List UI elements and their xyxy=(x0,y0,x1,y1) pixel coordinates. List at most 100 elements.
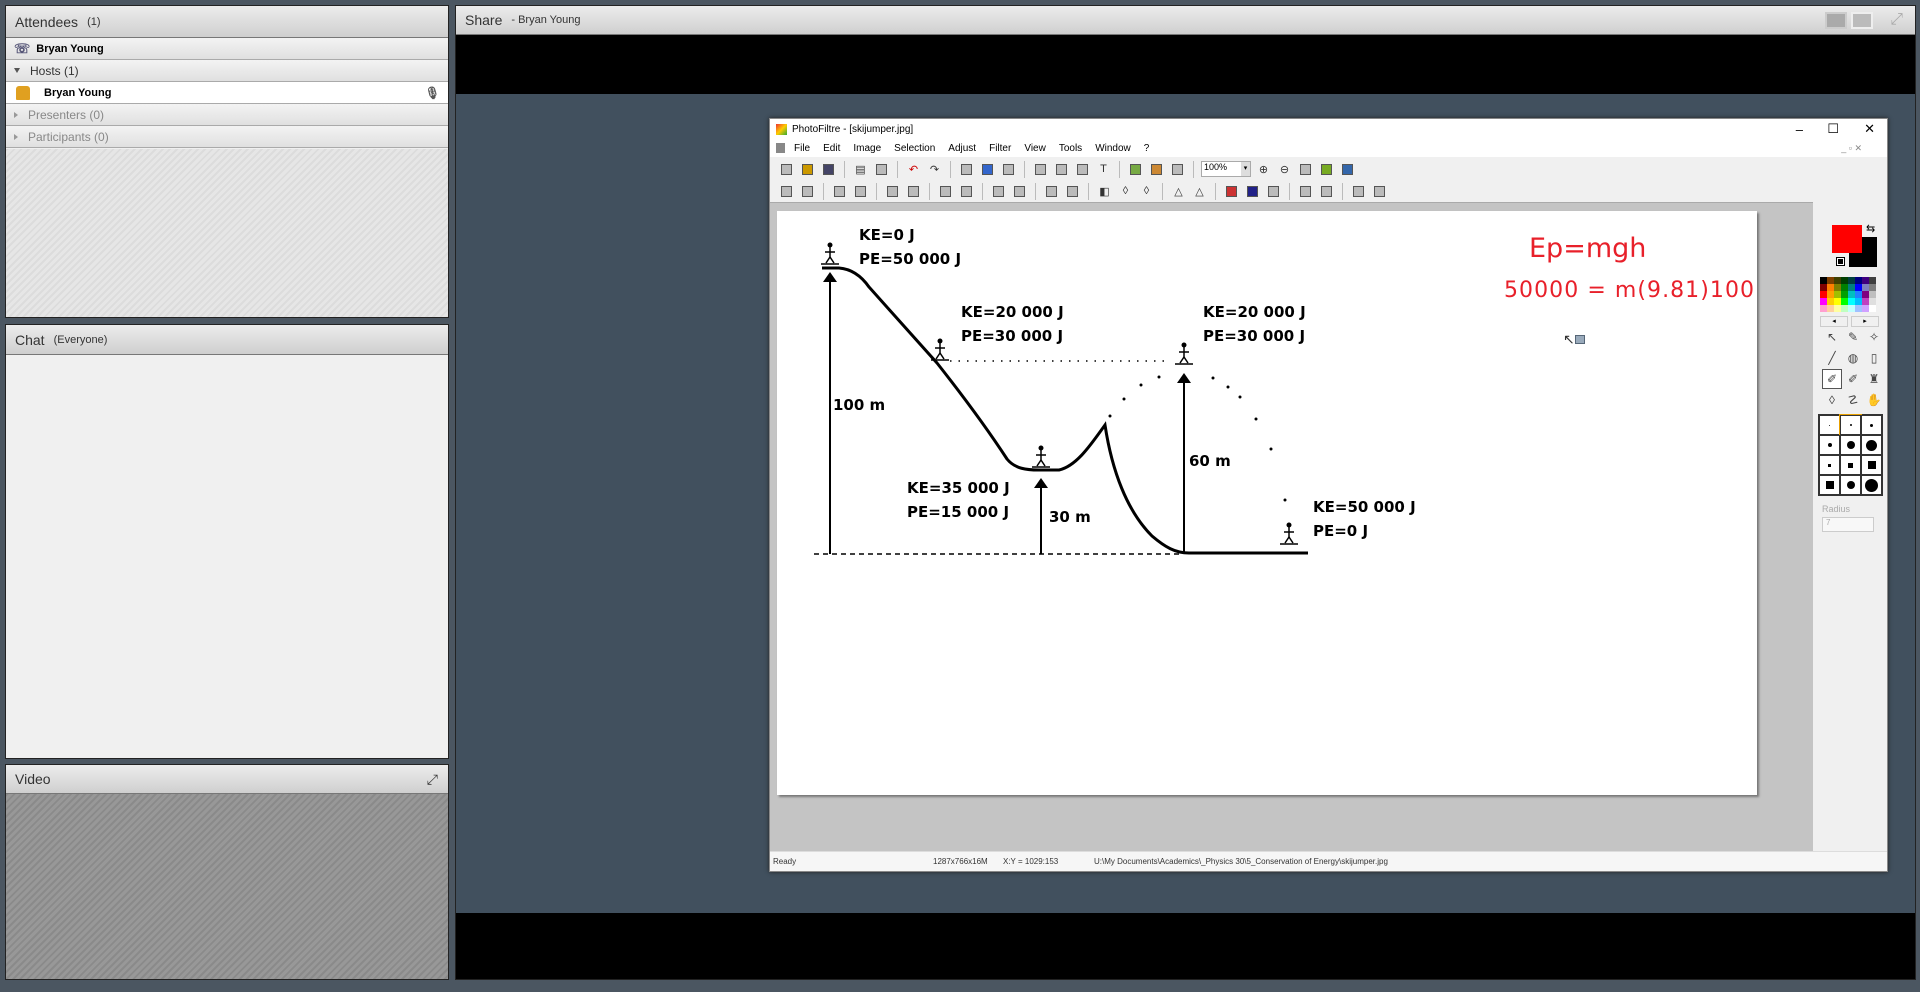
smudge-icon[interactable]: ☡ xyxy=(1843,390,1863,410)
blur-icon[interactable]: ◊ xyxy=(1117,183,1134,200)
advanced-brush-icon[interactable]: ✐ xyxy=(1843,369,1863,389)
palette-swatch[interactable] xyxy=(1827,305,1834,312)
gradient-icon[interactable] xyxy=(1223,183,1240,200)
palette-swatch[interactable] xyxy=(1855,291,1862,298)
brightness-plus-icon[interactable] xyxy=(852,183,869,200)
brush-shape[interactable] xyxy=(1819,455,1840,475)
contrast-plus-icon[interactable] xyxy=(905,183,922,200)
palette-swatch[interactable] xyxy=(1848,305,1855,312)
brightness-minus-icon[interactable] xyxy=(831,183,848,200)
flip-h-icon[interactable] xyxy=(1297,183,1314,200)
palette-swatch[interactable] xyxy=(1848,284,1855,291)
brush-shape[interactable] xyxy=(1861,455,1882,475)
save-icon[interactable] xyxy=(820,161,837,178)
palette-swatch[interactable] xyxy=(1834,305,1841,312)
view-mode-actual-icon[interactable] xyxy=(1851,12,1873,29)
actual-size-icon[interactable] xyxy=(1297,161,1314,178)
magic-wand-icon[interactable]: ✧ xyxy=(1864,327,1884,347)
menu-help[interactable]: ? xyxy=(1144,143,1150,154)
palette-swatch[interactable] xyxy=(1862,305,1869,312)
new-icon[interactable] xyxy=(778,161,795,178)
window-icon[interactable] xyxy=(1169,161,1186,178)
palette-swatch[interactable] xyxy=(1841,291,1848,298)
select-icon[interactable]: ↖ xyxy=(1822,327,1842,347)
scan-icon[interactable] xyxy=(873,161,890,178)
fullscreen-icon[interactable] xyxy=(1339,161,1356,178)
palette-swatch[interactable] xyxy=(1855,277,1862,284)
palette-swatch[interactable] xyxy=(1834,298,1841,305)
fit-icon[interactable] xyxy=(1318,161,1335,178)
sepia-icon[interactable] xyxy=(1265,183,1282,200)
brush-shape[interactable] xyxy=(1861,475,1882,495)
paste-icon[interactable] xyxy=(1053,161,1070,178)
stamp-icon[interactable]: ♜ xyxy=(1864,369,1884,389)
palette-next-button[interactable]: ▸ xyxy=(1851,316,1879,327)
dropdown-arrow-icon[interactable]: ▾ xyxy=(1241,162,1250,176)
grid2-icon[interactable] xyxy=(1064,183,1081,200)
menu-tools[interactable]: Tools xyxy=(1059,143,1082,154)
palette-swatch[interactable] xyxy=(1820,298,1827,305)
fill-icon[interactable]: ◍ xyxy=(1843,348,1863,368)
rotate-icon[interactable] xyxy=(1350,183,1367,200)
palette-swatch[interactable] xyxy=(1834,284,1841,291)
explorer-icon[interactable] xyxy=(1127,161,1144,178)
fullscreen-icon[interactable]: ⤢ xyxy=(427,771,438,788)
print-icon[interactable]: ▤ xyxy=(852,161,869,178)
palette-swatch[interactable] xyxy=(1862,277,1869,284)
gamma-minus-icon[interactable] xyxy=(990,183,1007,200)
brush-shape[interactable] xyxy=(1840,455,1861,475)
auto-levels-icon[interactable] xyxy=(778,183,795,200)
flip-v-icon[interactable] xyxy=(1318,183,1335,200)
radius-input[interactable]: 7 xyxy=(1822,517,1874,532)
sharpen-more-icon[interactable]: △ xyxy=(1191,183,1208,200)
palette-swatch[interactable] xyxy=(1841,298,1848,305)
brush-shape[interactable] xyxy=(1861,415,1882,435)
effects-icon[interactable] xyxy=(1148,161,1165,178)
eyedropper-icon[interactable]: ✎ xyxy=(1843,327,1863,347)
palette-swatch[interactable] xyxy=(1862,284,1869,291)
palette-swatch[interactable] xyxy=(1827,291,1834,298)
crop-icon[interactable] xyxy=(1074,161,1091,178)
zoom-select[interactable]: 100% ▾ xyxy=(1201,161,1251,177)
close-button[interactable]: ✕ xyxy=(1864,121,1875,137)
palette-swatch[interactable] xyxy=(1827,277,1834,284)
menu-file[interactable]: File xyxy=(794,143,810,154)
image-canvas[interactable]: KE=0 J PE=50 000 J KE=20 000 J PE=30 000… xyxy=(777,211,1757,795)
doc-window-controls[interactable]: _ ▫ ✕ xyxy=(1841,143,1862,154)
brush-shape[interactable] xyxy=(1819,415,1840,435)
palette-swatch[interactable] xyxy=(1869,305,1876,312)
group-participants[interactable]: Participants (0) xyxy=(6,126,448,148)
palette-swatch[interactable] xyxy=(1855,284,1862,291)
gamma-plus-icon[interactable] xyxy=(1011,183,1028,200)
open-icon[interactable] xyxy=(799,161,816,178)
palette-swatch[interactable] xyxy=(1862,298,1869,305)
copy-icon[interactable] xyxy=(1032,161,1049,178)
menu-image[interactable]: Image xyxy=(853,143,881,154)
minimize-button[interactable]: – xyxy=(1796,122,1803,137)
blur-more-icon[interactable]: ◊ xyxy=(1138,183,1155,200)
menu-selection[interactable]: Selection xyxy=(894,143,935,154)
palette-swatch[interactable] xyxy=(1841,284,1848,291)
brush-shape[interactable] xyxy=(1819,435,1840,455)
palette-swatch[interactable] xyxy=(1848,298,1855,305)
palette-swatch[interactable] xyxy=(1855,298,1862,305)
text-icon[interactable]: T xyxy=(1095,161,1112,178)
brush-icon[interactable]: ✐ xyxy=(1822,369,1842,389)
fullscreen-icon[interactable]: ⤢ xyxy=(1890,11,1903,29)
palette-swatch[interactable] xyxy=(1827,298,1834,305)
redo-icon[interactable]: ↷ xyxy=(926,161,943,178)
palette-swatch[interactable] xyxy=(1841,305,1848,312)
grayscale-icon[interactable] xyxy=(958,161,975,178)
brush-shape[interactable] xyxy=(1840,435,1861,455)
palette-swatch[interactable] xyxy=(1834,291,1841,298)
palette-swatch[interactable] xyxy=(1869,277,1876,284)
palette-swatch[interactable] xyxy=(1848,291,1855,298)
palette-swatch[interactable] xyxy=(1820,277,1827,284)
swap-colors-icon[interactable]: ⇆ xyxy=(1866,222,1875,235)
brush-shape[interactable] xyxy=(1819,475,1840,495)
grid-icon[interactable] xyxy=(1043,183,1060,200)
palette-swatch[interactable] xyxy=(1848,277,1855,284)
mask-icon[interactable] xyxy=(1000,161,1017,178)
saturation-plus-icon[interactable] xyxy=(958,183,975,200)
reset-colors-icon[interactable] xyxy=(1836,257,1845,266)
